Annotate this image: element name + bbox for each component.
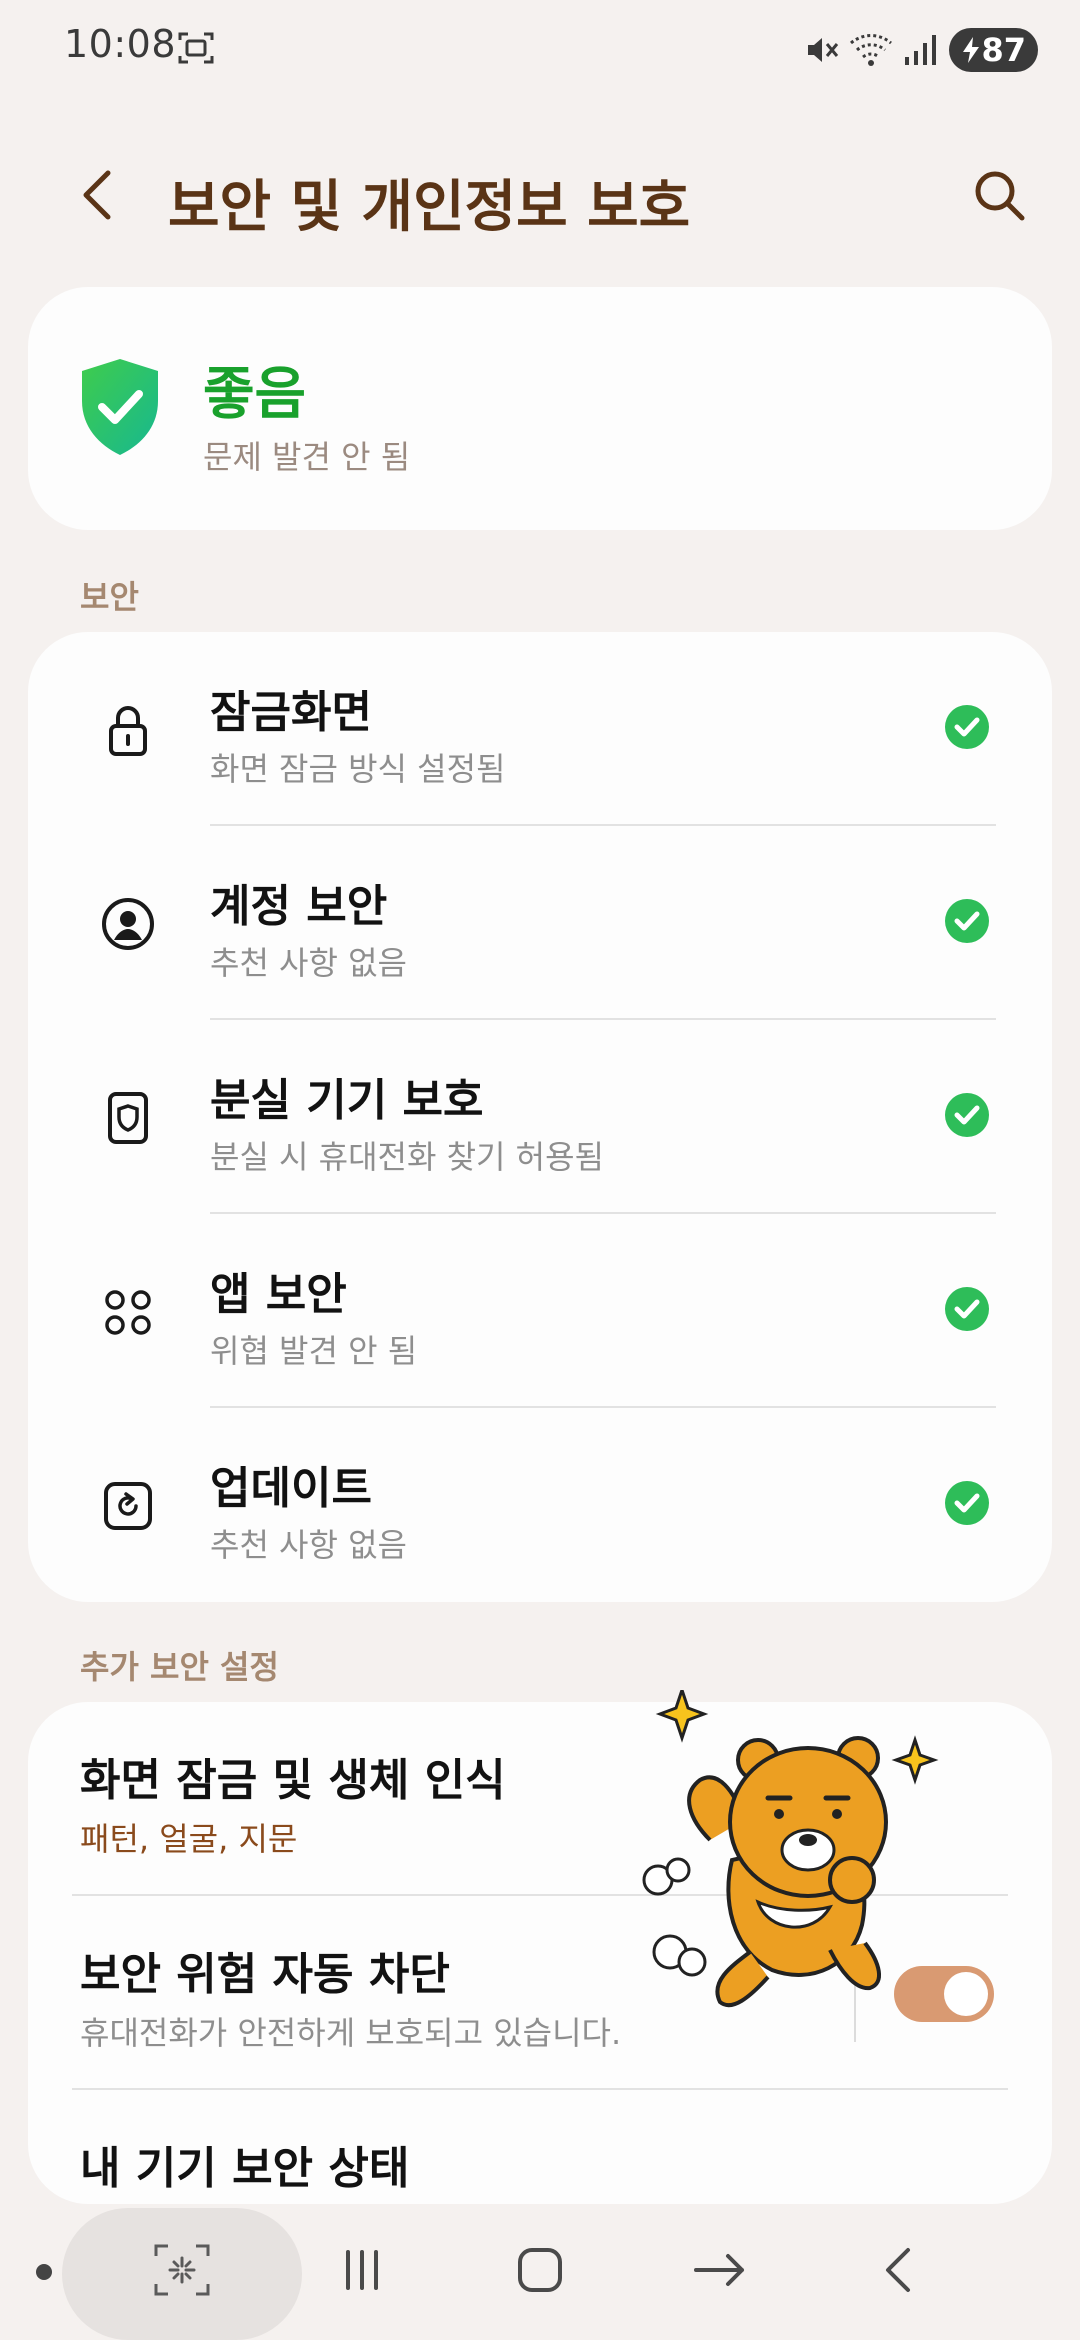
list-item-title: 내 기기 보안 상태 <box>80 2143 410 2194</box>
security-list-card: 잠금화면 화면 잠금 방식 설정됨 계정 보안 추천 사항 없음 분실 기기 보… <box>28 632 1052 1602</box>
device-shield-icon <box>108 1092 148 1144</box>
header: 보안 및 개인정보 보호 <box>0 140 1080 250</box>
account-icon <box>102 898 154 950</box>
list-item-device-security-status[interactable]: 내 기기 보안 상태 <box>28 2090 1052 2204</box>
check-circle-icon <box>945 705 989 749</box>
status-subtitle: 문제 발견 안 됨 <box>203 438 411 476</box>
wifi-icon <box>850 34 893 66</box>
bear-sticker <box>642 1690 939 2008</box>
security-status-card[interactable]: 좋음 문제 발견 안 됨 <box>28 287 1052 530</box>
signal-icon <box>905 35 937 65</box>
back-icon[interactable] <box>70 165 130 225</box>
list-item-title: 계정 보안 <box>210 881 388 932</box>
shield-check-icon <box>82 359 158 455</box>
section-label-security: 보안 <box>80 578 139 616</box>
battery-level: 87 <box>981 31 1026 69</box>
list-item-subtitle: 화면 잠금 방식 설정됨 <box>210 750 506 788</box>
section-label-extra: 추가 보안 설정 <box>80 1648 279 1686</box>
status-bar: 10:08 87 <box>0 0 1080 100</box>
apps-icon <box>105 1290 151 1335</box>
screenshot-icon <box>178 32 214 64</box>
recent-apps-icon[interactable] <box>330 2238 394 2302</box>
check-circle-icon <box>945 899 989 943</box>
search-icon[interactable] <box>968 164 1032 228</box>
list-item-title: 앱 보안 <box>210 1269 347 1320</box>
battery-badge: 87 <box>949 28 1038 72</box>
lock-icon <box>109 706 147 756</box>
list-item-subtitle: 휴대전화가 안전하게 보호되고 있습니다. <box>80 2014 622 2052</box>
list-item-subtitle: 추천 사항 없음 <box>210 944 407 982</box>
list-item-lock-screen[interactable]: 잠금화면 화면 잠금 방식 설정됨 <box>28 632 1052 826</box>
screen-capture-icon[interactable] <box>150 2238 214 2302</box>
check-circle-icon <box>945 1287 989 1331</box>
nav-back-icon[interactable] <box>868 2238 932 2302</box>
list-item-title: 화면 잠금 및 생체 인식 <box>80 1755 506 1806</box>
list-item-app-security[interactable]: 앱 보안 위협 발견 안 됨 <box>28 1214 1052 1408</box>
list-item-subtitle: 분실 시 휴대전화 찾기 허용됨 <box>210 1138 604 1176</box>
charging-icon <box>963 37 980 63</box>
home-icon[interactable] <box>508 2238 572 2302</box>
list-item-title: 잠금화면 <box>210 687 372 738</box>
list-item-subtitle: 패턴, 얼굴, 지문 <box>80 1820 298 1858</box>
status-time: 10:08 <box>64 22 177 66</box>
list-item-subtitle: 위협 발견 안 됨 <box>210 1332 418 1370</box>
status-title: 좋음 <box>203 362 307 427</box>
list-item-title: 업데이트 <box>210 1463 372 1514</box>
check-circle-icon <box>945 1093 989 1137</box>
status-icons: 87 <box>805 28 1038 72</box>
nav-indicator-dot <box>36 2264 52 2280</box>
page-title: 보안 및 개인정보 보호 <box>168 175 691 240</box>
list-item-subtitle: 추천 사항 없음 <box>210 1526 407 1564</box>
list-item-lost-device-protection[interactable]: 분실 기기 보호 분실 시 휴대전화 찾기 허용됨 <box>28 1020 1052 1214</box>
toggle-knob <box>944 1972 988 2016</box>
list-item-title: 보안 위험 자동 차단 <box>80 1949 450 2000</box>
mute-icon <box>808 38 839 62</box>
list-item-account-security[interactable]: 계정 보안 추천 사항 없음 <box>28 826 1052 1020</box>
update-icon <box>104 1482 152 1530</box>
check-circle-icon <box>945 1481 989 1525</box>
navigation-bar <box>0 2200 1080 2340</box>
list-item-update[interactable]: 업데이트 추천 사항 없음 <box>28 1408 1052 1602</box>
forward-arrow-icon[interactable] <box>688 2238 752 2302</box>
list-item-title: 분실 기기 보호 <box>210 1075 484 1126</box>
